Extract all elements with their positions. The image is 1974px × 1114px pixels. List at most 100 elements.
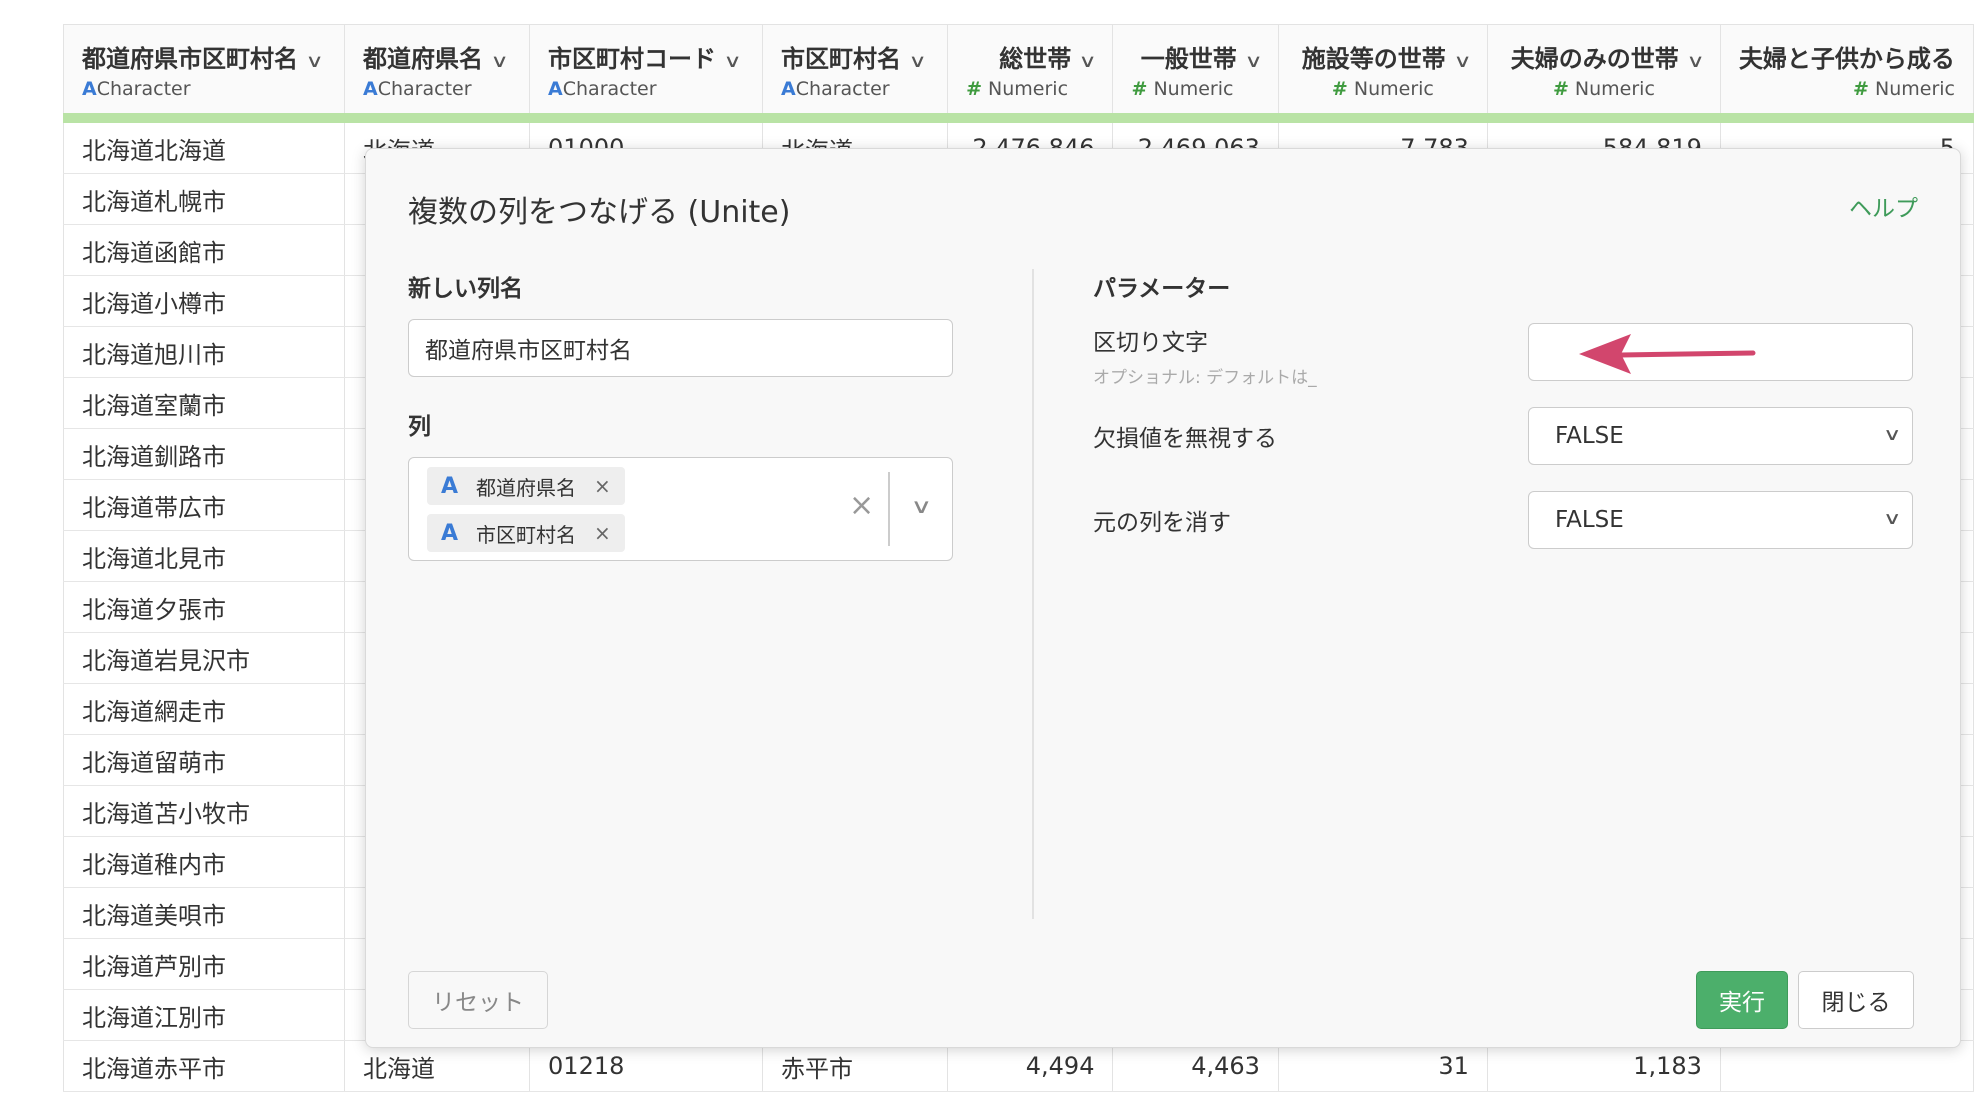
- column-type: Character: [377, 78, 472, 100]
- column-type: Numeric: [1574, 78, 1655, 100]
- table-cell[interactable]: 北海道留萌市: [62, 734, 346, 786]
- table-cell[interactable]: 北海道赤平市: [62, 1040, 346, 1092]
- table-cell[interactable]: 北海道江別市: [62, 989, 346, 1041]
- column-header-name: 市区町村コード: [548, 45, 717, 73]
- column-header[interactable]: 施設等の世帯 ∨ # Numeric: [1278, 24, 1488, 123]
- ignore-na-row: 欠損値を無視する FALSE ∨: [1093, 407, 1923, 465]
- table-cell[interactable]: 北海道釧路市: [62, 428, 346, 480]
- column-header[interactable]: 総世帯 ∨ # Numeric: [947, 24, 1114, 123]
- table-cell[interactable]: 北海道函館市: [62, 224, 346, 276]
- table-cell[interactable]: 01218: [529, 1040, 764, 1092]
- column-type: Numeric: [1353, 78, 1434, 100]
- column-header-name: 都道府県名: [363, 45, 484, 73]
- chevron-down-icon[interactable]: ∨: [1686, 51, 1704, 72]
- ignore-na-value: FALSE: [1555, 423, 1624, 449]
- numeric-type-icon: #: [1131, 78, 1148, 100]
- remove-tag-icon[interactable]: ×: [594, 474, 611, 498]
- unite-dialog: 複数の列をつなげる (Unite) ヘルプ 新しい列名 列 A 都道府県名 × …: [365, 148, 1961, 1048]
- column-header-name: 夫婦と子供から成る: [1738, 45, 1955, 73]
- table-cell[interactable]: 北海道岩見沢市: [62, 632, 346, 684]
- character-type-icon: A: [548, 78, 563, 100]
- character-type-icon: A: [441, 520, 459, 546]
- table-cell[interactable]: 北海道旭川市: [62, 326, 346, 378]
- column-header[interactable]: 市区町村名 ∨ ACharacter: [762, 24, 949, 123]
- column-header-name: 施設等の世帯: [1301, 45, 1446, 73]
- help-link[interactable]: ヘルプ: [1849, 189, 1918, 223]
- numeric-type-icon: #: [966, 78, 982, 100]
- table-cell[interactable]: [1720, 1040, 1974, 1092]
- column-type: Character: [795, 78, 890, 100]
- chevron-down-icon[interactable]: ∨: [723, 51, 741, 72]
- columns-label: 列: [408, 414, 431, 440]
- dialog-title: 複数の列をつなげる (Unite): [408, 195, 791, 230]
- column-header[interactable]: 一般世帯 ∨ # Numeric: [1112, 24, 1279, 123]
- new-column-name-input[interactable]: [408, 319, 953, 377]
- chevron-down-icon[interactable]: ∨: [1244, 51, 1262, 72]
- chevron-down-icon: ∨: [1882, 509, 1902, 529]
- table-cell[interactable]: 北海道室蘭市: [62, 377, 346, 429]
- table-cell[interactable]: 北海道札幌市: [62, 173, 346, 225]
- table-cell[interactable]: 北海道小樽市: [62, 275, 346, 327]
- column-type: Numeric: [988, 78, 1069, 100]
- remove-original-row: 元の列を消す FALSE ∨: [1093, 491, 1923, 549]
- chevron-down-icon[interactable]: ∨: [908, 51, 926, 72]
- table-row[interactable]: 北海道赤平市 北海道 01218 赤平市 4,494 4,463 31 1,183: [62, 1040, 1974, 1092]
- close-button[interactable]: 閉じる: [1798, 971, 1914, 1029]
- column-type: Numeric: [1875, 78, 1955, 100]
- chevron-down-icon[interactable]: ∨: [305, 51, 323, 72]
- table-cell[interactable]: 北海道芦別市: [62, 938, 346, 990]
- annotation-arrow-icon: [1579, 334, 1756, 374]
- parameters-title: パラメーター: [1093, 276, 1231, 302]
- column-type: Numeric: [1153, 78, 1234, 100]
- table-cell[interactable]: 4,494: [947, 1040, 1114, 1092]
- pane-divider: [1032, 269, 1034, 919]
- remove-original-select[interactable]: FALSE ∨: [1528, 491, 1913, 549]
- table-cell[interactable]: 赤平市: [762, 1040, 949, 1092]
- remove-original-value: FALSE: [1555, 507, 1624, 533]
- numeric-type-icon: #: [1552, 78, 1569, 100]
- selected-column-tag: A 市区町村名 ×: [427, 514, 625, 552]
- remove-tag-icon[interactable]: ×: [594, 521, 611, 545]
- ignore-na-select[interactable]: FALSE ∨: [1528, 407, 1913, 465]
- column-header-name: 総世帯: [999, 45, 1072, 73]
- column-header-name: 一般世帯: [1140, 45, 1237, 73]
- character-type-icon: A: [441, 473, 459, 499]
- table-cell[interactable]: 4,463: [1112, 1040, 1279, 1092]
- chevron-down-icon[interactable]: ∨: [490, 51, 508, 72]
- chevron-down-icon: ∨: [1882, 425, 1902, 445]
- column-header[interactable]: 夫婦のみの世帯 ∨ # Numeric: [1487, 24, 1721, 123]
- character-type-icon: A: [781, 78, 796, 100]
- columns-multiselect[interactable]: A 都道府県名 × A 市区町村名 × × ∨: [408, 457, 953, 561]
- reset-button[interactable]: リセット: [408, 971, 548, 1029]
- column-header[interactable]: 夫婦と子供から成る # Numeric: [1720, 24, 1974, 123]
- column-header-name: 夫婦のみの世帯: [1510, 45, 1679, 73]
- multiselect-separator: [888, 472, 890, 546]
- numeric-type-icon: #: [1853, 78, 1869, 100]
- column-header[interactable]: 都道府県市区町村名 ∨ ACharacter: [62, 24, 346, 123]
- clear-all-icon[interactable]: ×: [849, 488, 874, 523]
- column-header-name: 市区町村名: [781, 45, 902, 73]
- table-cell[interactable]: 北海道美唄市: [62, 887, 346, 939]
- table-cell[interactable]: 北海道帯広市: [62, 479, 346, 531]
- table-cell[interactable]: 北海道稚内市: [62, 836, 346, 888]
- table-cell[interactable]: 北海道苫小牧市: [62, 785, 346, 837]
- table-cell[interactable]: 北海道北海道: [62, 118, 346, 174]
- table-cell[interactable]: 1,183: [1487, 1040, 1721, 1092]
- selected-column-tag: A 都道府県名 ×: [427, 467, 625, 505]
- column-header[interactable]: 市区町村コード ∨ ACharacter: [529, 24, 764, 123]
- table-cell[interactable]: 北海道夕張市: [62, 581, 346, 633]
- character-type-icon: A: [82, 78, 97, 100]
- column-header[interactable]: 都道府県名 ∨ ACharacter: [344, 24, 531, 123]
- table-cell[interactable]: 北海道北見市: [62, 530, 346, 582]
- run-button[interactable]: 実行: [1696, 971, 1788, 1029]
- chevron-down-icon[interactable]: ∨: [1453, 51, 1471, 72]
- chevron-down-icon[interactable]: ∨: [1079, 51, 1097, 72]
- table-cell[interactable]: 北海道網走市: [62, 683, 346, 735]
- selected-column-label: 都道府県名: [476, 475, 577, 500]
- character-type-icon: A: [363, 78, 378, 100]
- chevron-down-icon[interactable]: ∨: [910, 494, 932, 518]
- new-column-name-label: 新しい列名: [408, 276, 523, 302]
- separator-input[interactable]: [1528, 323, 1913, 381]
- table-cell[interactable]: 北海道: [344, 1040, 531, 1092]
- table-cell[interactable]: 31: [1278, 1040, 1488, 1092]
